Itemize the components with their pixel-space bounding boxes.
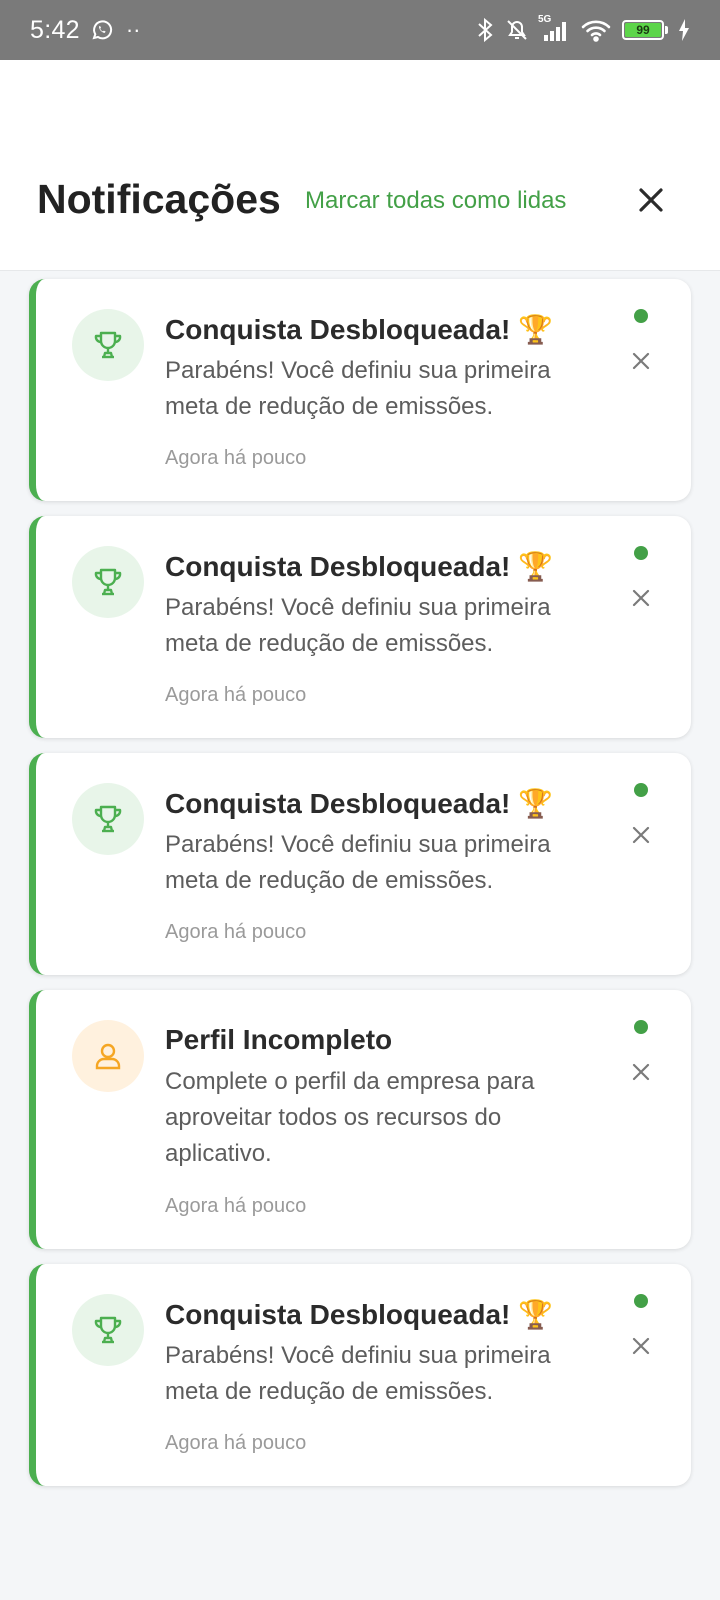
status-time: 5:42 bbox=[30, 15, 80, 44]
unread-indicator bbox=[634, 1020, 648, 1034]
battery-level: 99 bbox=[625, 23, 661, 37]
trophy-icon bbox=[72, 783, 144, 855]
notification-message: Parabéns! Você definiu sua primeira meta… bbox=[165, 357, 551, 420]
close-button[interactable] bbox=[629, 180, 673, 224]
trophy-icon bbox=[72, 546, 144, 618]
notification-message: Parabéns! Você definiu sua primeira meta… bbox=[165, 1342, 551, 1405]
close-icon bbox=[632, 352, 650, 370]
notification-card[interactable]: Conquista Desbloqueada! 🏆 Parabéns! Você… bbox=[29, 516, 691, 738]
notification-card[interactable]: Conquista Desbloqueada! 🏆 Parabéns! Você… bbox=[29, 753, 691, 975]
dismiss-button[interactable] bbox=[625, 819, 657, 851]
notification-message: Parabéns! Você definiu sua primeira meta… bbox=[165, 594, 551, 657]
dismiss-button[interactable] bbox=[625, 582, 657, 614]
close-icon bbox=[632, 826, 650, 844]
charging-icon bbox=[678, 19, 690, 41]
user-icon bbox=[72, 1020, 144, 1092]
notification-list: Conquista Desbloqueada! 🏆 Parabéns! Você… bbox=[29, 279, 691, 1501]
unread-indicator bbox=[634, 1294, 648, 1308]
close-icon bbox=[632, 1063, 650, 1081]
battery-icon: 99 bbox=[622, 20, 668, 40]
unread-indicator bbox=[634, 309, 648, 323]
close-icon bbox=[632, 1337, 650, 1355]
notification-title: Conquista Desbloqueada! 🏆 bbox=[165, 788, 554, 819]
dismiss-button[interactable] bbox=[625, 1330, 657, 1362]
unread-indicator bbox=[634, 783, 648, 797]
notification-card[interactable]: Perfil Incompleto Complete o perfil da e… bbox=[29, 990, 691, 1249]
notification-time: Agora há pouco bbox=[165, 684, 307, 706]
muted-bell-icon bbox=[504, 17, 530, 43]
notification-card[interactable]: Conquista Desbloqueada! 🏆 Parabéns! Você… bbox=[29, 1264, 691, 1486]
notification-time: Agora há pouco bbox=[165, 921, 307, 943]
whatsapp-icon bbox=[90, 18, 114, 42]
page-title: Notificações bbox=[37, 176, 281, 222]
notification-message: Parabéns! Você definiu sua primeira meta… bbox=[165, 831, 551, 894]
signal-icon: 5G bbox=[538, 14, 570, 42]
unread-indicator bbox=[634, 546, 648, 560]
notification-title: Conquista Desbloqueada! 🏆 bbox=[165, 551, 554, 582]
notification-title: Conquista Desbloqueada! 🏆 bbox=[165, 314, 554, 345]
dismiss-button[interactable] bbox=[625, 1056, 657, 1088]
wifi-icon bbox=[580, 18, 612, 42]
dismiss-button[interactable] bbox=[625, 345, 657, 377]
notification-title: Perfil Incompleto bbox=[165, 1024, 393, 1055]
notification-title: Conquista Desbloqueada! 🏆 bbox=[165, 1299, 554, 1330]
trophy-icon bbox=[72, 1294, 144, 1366]
mark-all-read-button[interactable]: Marcar todas como lidas bbox=[305, 187, 566, 215]
notification-card[interactable]: Conquista Desbloqueada! 🏆 Parabéns! Você… bbox=[29, 279, 691, 501]
notification-time: Agora há pouco bbox=[165, 1195, 307, 1217]
network-type-label: 5G bbox=[538, 14, 552, 25]
close-icon bbox=[632, 589, 650, 607]
more-notifications-icon: ·· bbox=[125, 17, 141, 42]
notification-message: Complete o perfil da empresa para aprove… bbox=[165, 1068, 535, 1167]
status-bar: 5:42 ·· 5G 99 bbox=[0, 0, 720, 60]
notification-time: Agora há pouco bbox=[165, 447, 307, 469]
close-icon bbox=[638, 187, 664, 218]
notifications-header: Notificações Marcar todas como lidas bbox=[0, 60, 720, 271]
bluetooth-icon bbox=[476, 17, 494, 43]
notification-time: Agora há pouco bbox=[165, 1432, 307, 1454]
trophy-icon bbox=[72, 309, 144, 381]
